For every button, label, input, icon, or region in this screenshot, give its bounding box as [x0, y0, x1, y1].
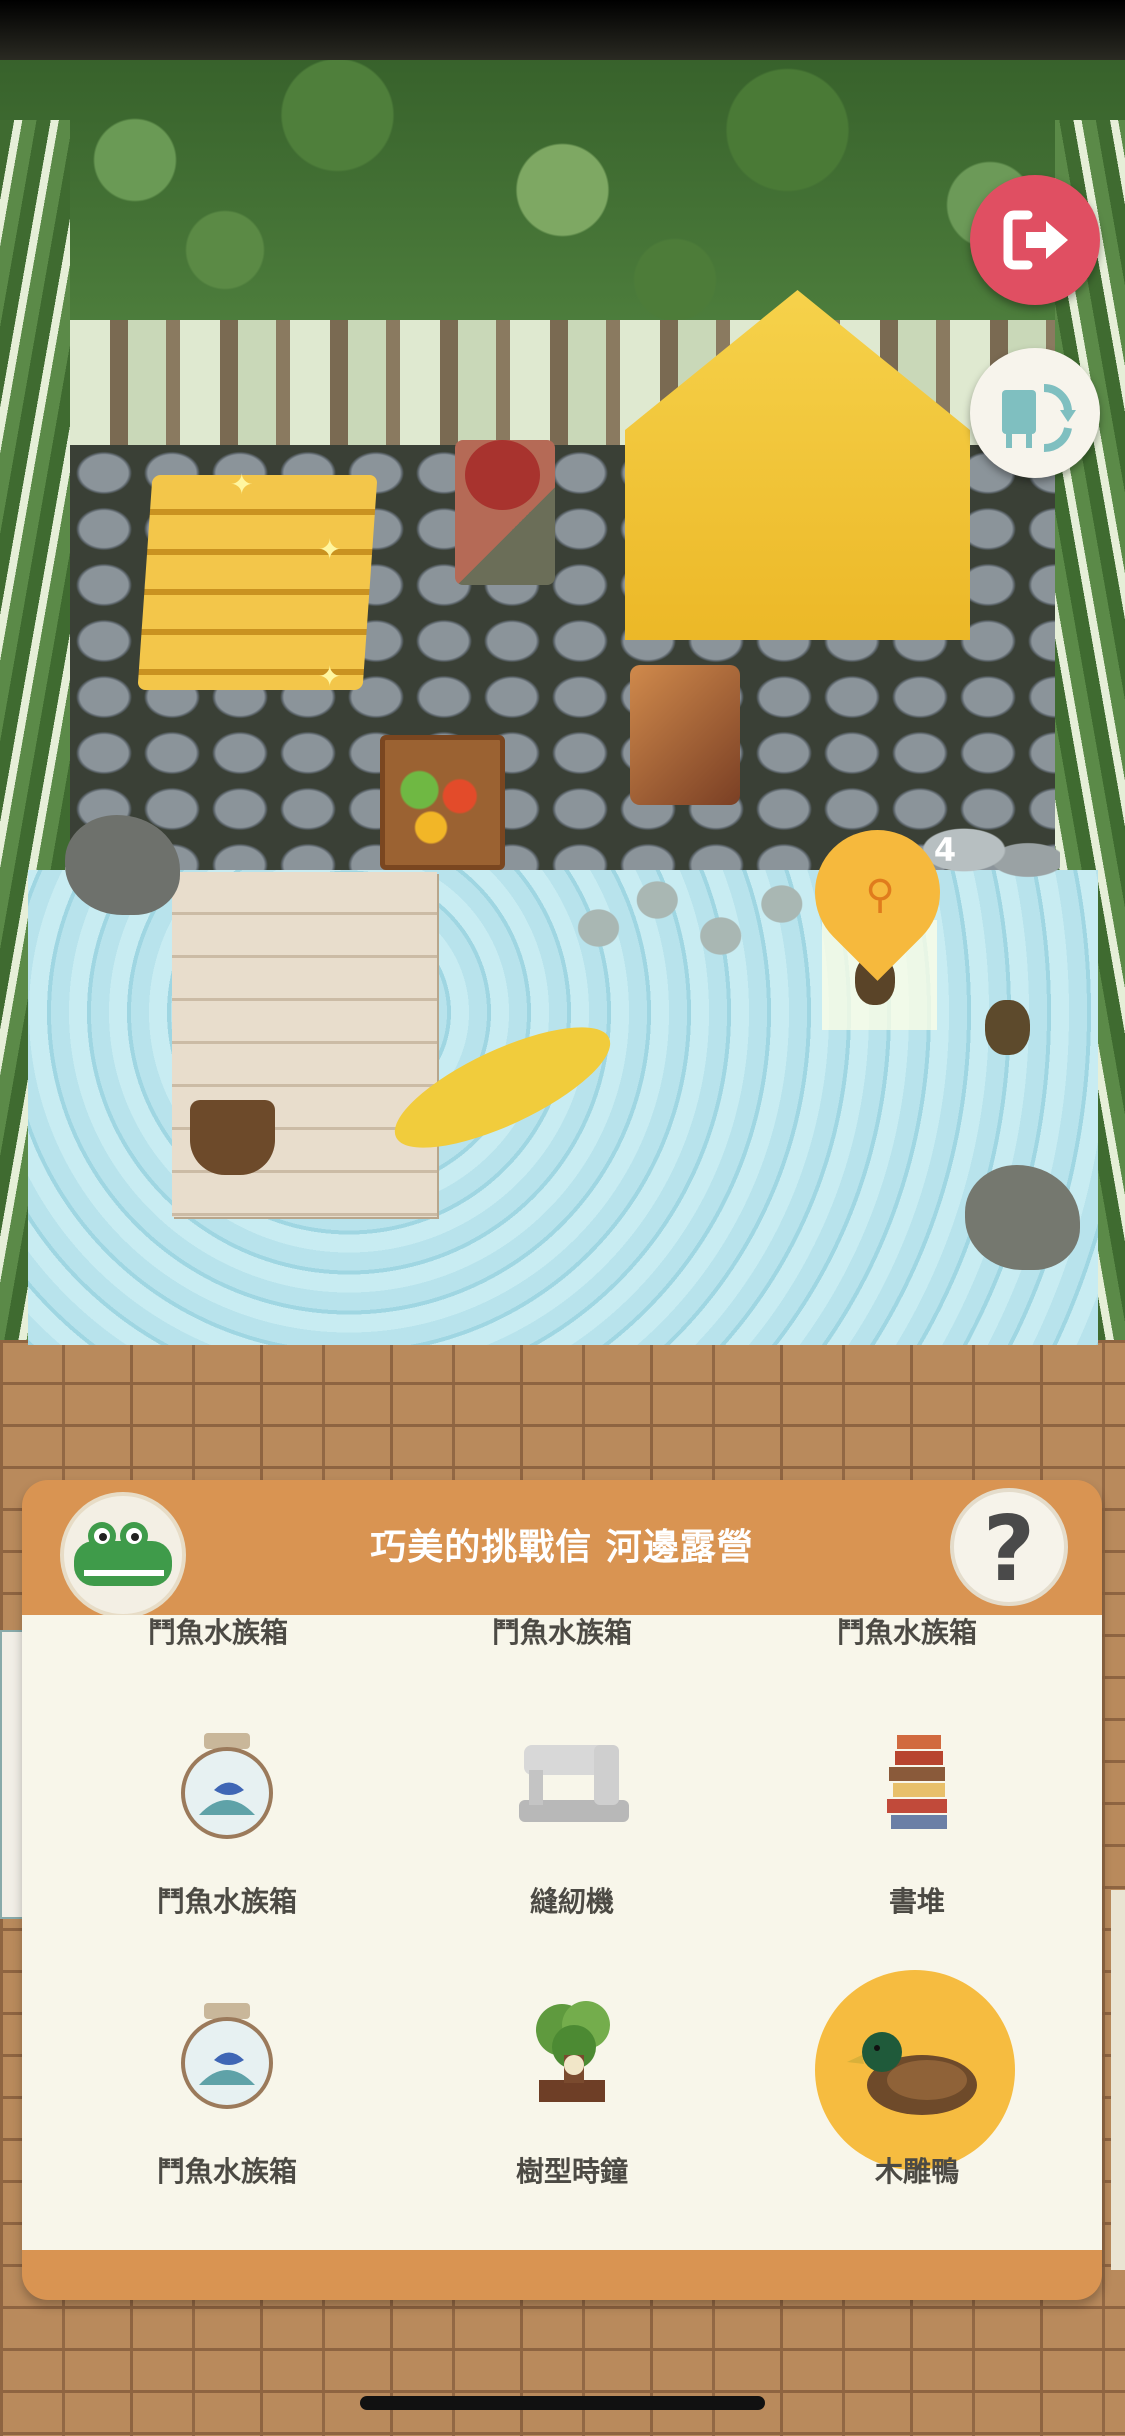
exit-door-icon	[1003, 210, 1068, 270]
item-label: 縫紉機	[529, 1885, 614, 1918]
challenge-panel: 巧美的挑戰信 河邊露營 ? 鬥魚水族箱 鬥魚水族箱 鬥魚水族箱 鬥魚水族箱 縫紉…	[22, 1480, 1102, 2300]
item-label[interactable]: 鬥魚水族箱	[48, 1615, 388, 1651]
item-label: 鬥魚水族箱	[156, 1885, 297, 1918]
panel-header: 巧美的挑戰信 河邊露營 ?	[22, 1480, 1102, 1618]
home-indicator[interactable]	[360, 2396, 765, 2410]
avatar	[60, 1492, 186, 1618]
bbq-grill[interactable]	[455, 440, 555, 585]
grid-item-tree-clock[interactable]: 樹型時鐘	[422, 1975, 722, 2225]
book-stack-icon	[887, 1735, 947, 1829]
grid-item-sewing-machine[interactable]: 縫紉機	[422, 1705, 722, 1955]
grid-item-betta-aquarium[interactable]: 鬥魚水族箱	[77, 1975, 377, 2225]
stepping-stones[interactable]	[575, 880, 810, 960]
item-label[interactable]: 鬥魚水族箱	[737, 1615, 1077, 1651]
sparkle-icon: ✦	[318, 533, 342, 566]
status-bar-area	[0, 0, 1125, 60]
wooden-bucket[interactable]	[190, 1100, 275, 1175]
forest-canopy	[0, 40, 1125, 340]
betta-aquarium-icon	[181, 1733, 273, 1839]
item-label[interactable]: 鬥魚水族箱	[392, 1615, 732, 1651]
rotate-button[interactable]	[970, 348, 1100, 478]
grid-item-book-stack[interactable]: 書堆	[767, 1705, 1067, 1955]
grid-item-wooden-duck[interactable]: 木雕鴨	[767, 1970, 1067, 2225]
rotate-furniture-icon	[1002, 384, 1076, 453]
sparkle-icon: ✦	[318, 660, 342, 693]
betta-aquarium-icon	[181, 2003, 273, 2109]
item-label: 書堆	[888, 1885, 945, 1918]
vegetable-crate[interactable]	[380, 735, 505, 870]
help-button[interactable]: ?	[950, 1488, 1068, 1606]
item-label: 樹型時鐘	[515, 2155, 628, 2188]
partial-row: 鬥魚水族箱 鬥魚水族箱 鬥魚水族箱	[22, 1615, 1102, 1665]
scrollbar[interactable]	[1111, 1890, 1125, 2270]
sparkle-icon: ✦	[230, 468, 254, 501]
exit-button[interactable]	[970, 175, 1100, 305]
marker-count: 4	[933, 831, 957, 869]
duck-decoy[interactable]	[985, 1000, 1030, 1055]
item-label: 鬥魚水族箱	[156, 2155, 297, 2188]
side-paper	[0, 1630, 24, 1919]
crocodile-avatar-icon	[74, 1522, 172, 1586]
item-label: 木雕鴨	[874, 2155, 959, 2188]
item-grid: 鬥魚水族箱 鬥魚水族箱 鬥魚水族箱 鬥魚水族箱 縫紉機 書堆 鬥魚水族箱 樹型時…	[22, 1615, 1102, 2250]
grid-item-betta-aquarium[interactable]: 鬥魚水族箱	[77, 1705, 377, 1955]
footprint-icon: ⚲	[865, 872, 895, 918]
campfire-pot[interactable]	[630, 665, 740, 805]
picnic-table[interactable]	[137, 475, 378, 690]
room-scene: ✦ ✦ ✦ ⚲ 4	[0, 0, 1125, 1345]
wooden-duck-icon	[847, 2032, 977, 2115]
sewing-machine-icon	[519, 1745, 629, 1822]
tree-clock-icon	[536, 2001, 610, 2102]
